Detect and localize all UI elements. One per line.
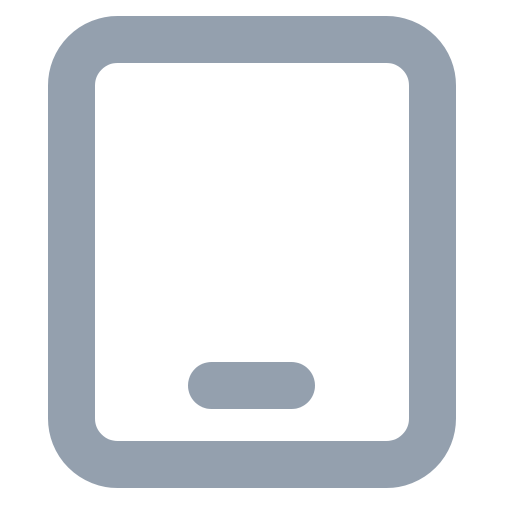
icon-canvas: [0, 0, 512, 512]
tablet-home-button: [188, 362, 315, 409]
tablet-icon: [48, 16, 456, 488]
